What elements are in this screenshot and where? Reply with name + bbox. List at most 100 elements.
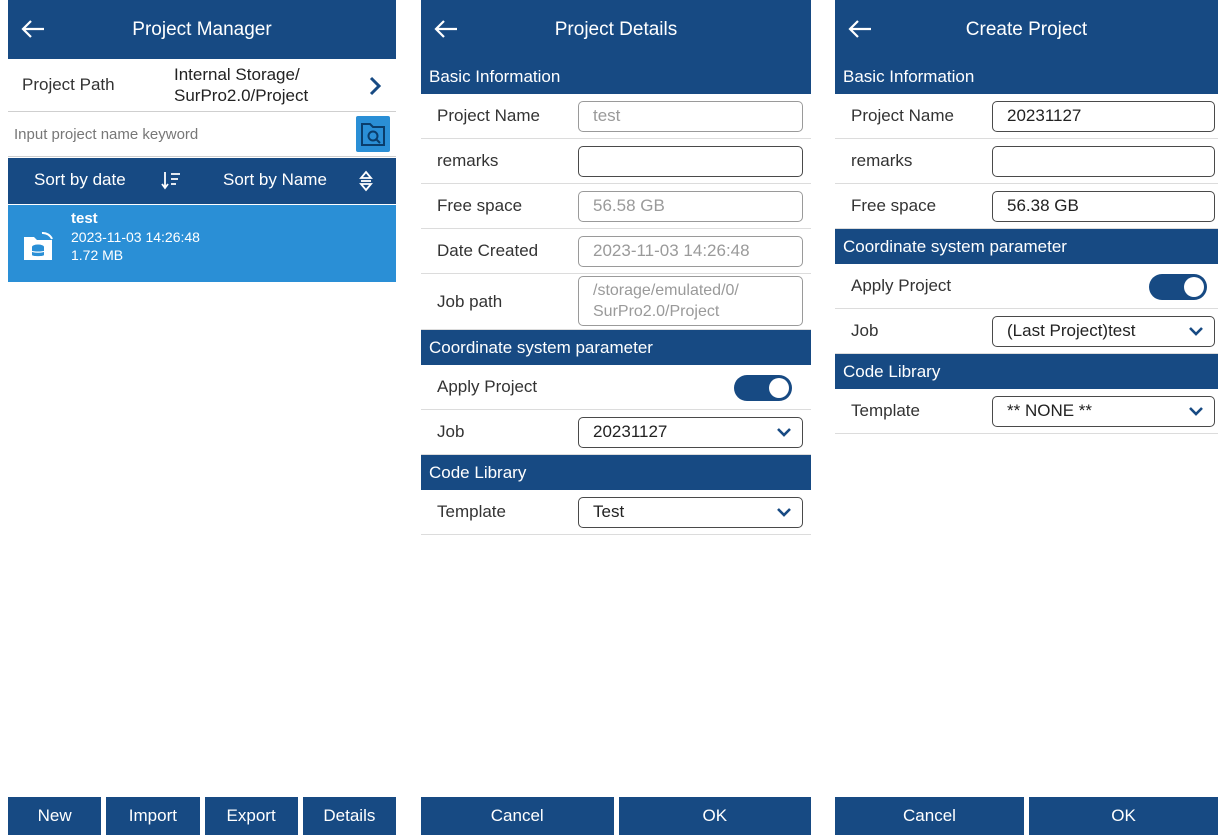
remarks-field[interactable] [578, 145, 803, 177]
free-space-label: Free space [851, 196, 937, 215]
sort-bar: Sort by date Sort by Name [8, 158, 396, 204]
date-created-label: Date Created [437, 241, 539, 260]
template-row: Template Test [421, 490, 811, 535]
cancel-button[interactable]: Cancel [835, 797, 1024, 835]
import-button[interactable]: Import [106, 797, 200, 835]
page-title: Create Project [965, 18, 1088, 40]
ok-button[interactable]: OK [618, 797, 811, 835]
sort-updown-icon[interactable] [358, 169, 374, 193]
project-name: test [71, 210, 98, 227]
job-path-label: Job path [437, 291, 503, 311]
project-name-field: test [578, 100, 803, 132]
chevron-down-icon [777, 507, 791, 517]
free-space-row: Free space 56.38 GB [835, 184, 1218, 229]
section-coordinate-system: Coordinate system parameter [421, 330, 811, 365]
section-basic-information: Basic Information [421, 59, 811, 94]
search-row [8, 112, 396, 157]
template-select[interactable]: ** NONE ** [992, 395, 1215, 427]
project-name-field[interactable]: 20231127 [992, 100, 1215, 132]
template-select[interactable]: Test [578, 496, 803, 528]
export-button[interactable]: Export [204, 797, 298, 835]
cancel-button[interactable]: Cancel [421, 797, 614, 835]
details-button[interactable]: Details [302, 797, 396, 835]
project-details-screen: Project Details Basic Information Projec… [421, 0, 811, 835]
project-path-label: Project Path [22, 75, 115, 94]
project-size: 1.72 MB [71, 247, 124, 263]
create-project-screen: Create Project Basic Information Project… [835, 0, 1218, 835]
toggle-knob [769, 378, 789, 398]
section-code-library: Code Library [835, 354, 1218, 389]
job-label: Job [851, 321, 879, 340]
section-coordinate-system: Coordinate system parameter [835, 229, 1218, 264]
template-label: Template [437, 502, 506, 521]
remarks-field[interactable] [992, 145, 1215, 177]
chevron-down-icon [777, 427, 791, 437]
bottom-button-bar: New Import Export Details [8, 797, 396, 835]
job-select[interactable]: (Last Project)test [992, 315, 1215, 347]
page-title: Project Manager [132, 18, 272, 40]
toggle-knob [1184, 277, 1204, 297]
top-bar: Project Details [421, 0, 811, 59]
project-folder-icon [24, 231, 53, 260]
chevron-right-icon[interactable] [368, 76, 382, 96]
project-manager-screen: Project Manager Project Path Internal St… [8, 0, 396, 835]
date-created-row: Date Created 2023-11-03 14:26:48 [421, 229, 811, 274]
apply-project-row: Apply Project [835, 264, 1218, 309]
template-label: Template [851, 401, 920, 420]
free-space-field: 56.38 GB [992, 190, 1215, 222]
chevron-down-icon [1189, 406, 1203, 416]
free-space-label: Free space [437, 196, 523, 215]
section-basic-information: Basic Information [835, 59, 1218, 94]
project-path-line2: SurPro2.0/Project [174, 86, 309, 105]
job-path-field: /storage/emulated/0/ SurPro2.0/Project [578, 276, 803, 326]
project-name-label: Project Name [437, 106, 540, 125]
search-button[interactable] [356, 116, 390, 152]
back-arrow-icon[interactable] [18, 14, 48, 44]
section-code-library: Code Library [421, 455, 811, 490]
remarks-row: remarks [835, 139, 1218, 184]
project-path-row[interactable]: Project Path Internal Storage/ SurPro2.0… [8, 59, 396, 112]
ok-button[interactable]: OK [1029, 797, 1218, 835]
bottom-button-bar: Cancel OK [421, 797, 811, 835]
sort-by-date-button[interactable]: Sort by date [34, 170, 126, 190]
apply-project-row: Apply Project [421, 365, 811, 410]
back-arrow-icon[interactable] [845, 14, 875, 44]
project-date: 2023-11-03 14:26:48 [71, 229, 200, 245]
job-select[interactable]: 20231127 [578, 416, 803, 448]
project-path-value: Internal Storage/ SurPro2.0/Project [174, 64, 308, 106]
free-space-field: 56.58 GB [578, 190, 803, 222]
top-bar: Create Project [835, 0, 1218, 59]
job-path-line1: /storage/emulated/0/ [593, 282, 739, 299]
job-row: Job (Last Project)test [835, 309, 1218, 354]
sort-by-name-button[interactable]: Sort by Name [223, 170, 327, 190]
free-space-row: Free space 56.58 GB [421, 184, 811, 229]
apply-project-toggle[interactable] [1149, 274, 1207, 300]
project-path-line1: Internal Storage/ [174, 65, 300, 84]
sort-descending-icon[interactable] [160, 169, 182, 191]
top-bar: Project Manager [8, 0, 396, 59]
page-title: Project Details [554, 18, 678, 40]
job-path-line2: SurPro2.0/Project [593, 303, 720, 320]
remarks-label: remarks [851, 151, 913, 170]
chevron-down-icon [1189, 326, 1203, 336]
remarks-label: remarks [437, 151, 499, 170]
job-select-value: 20231127 [593, 421, 668, 441]
project-name-label: Project Name [851, 106, 954, 125]
folder-search-icon [361, 123, 385, 146]
bottom-button-bar: Cancel OK [835, 797, 1218, 835]
search-input[interactable] [8, 118, 342, 150]
new-button[interactable]: New [8, 797, 102, 835]
project-name-row: Project Name test [421, 94, 811, 139]
template-row: Template ** NONE ** [835, 389, 1218, 434]
project-name-row: Project Name 20231127 [835, 94, 1218, 139]
apply-project-label: Apply Project [437, 377, 538, 396]
date-created-field: 2023-11-03 14:26:48 [578, 235, 803, 267]
job-path-row: Job path /storage/emulated/0/ SurPro2.0/… [421, 274, 811, 330]
apply-project-label: Apply Project [851, 276, 952, 295]
back-arrow-icon[interactable] [431, 14, 461, 44]
job-row: Job 20231127 [421, 410, 811, 455]
apply-project-toggle[interactable] [734, 375, 792, 401]
template-select-value: ** NONE ** [1007, 400, 1093, 420]
project-list-item[interactable]: test 2023-11-03 14:26:48 1.72 MB [8, 205, 396, 282]
job-label: Job [437, 422, 465, 441]
